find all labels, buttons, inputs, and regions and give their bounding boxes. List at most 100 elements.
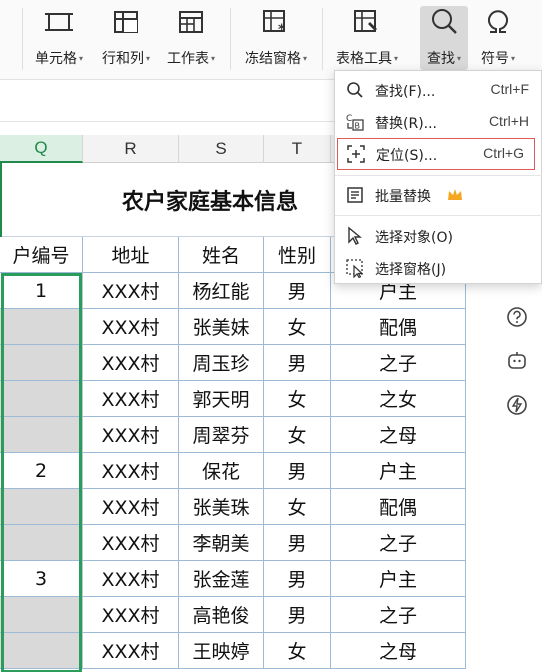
symbol-button[interactable]: 符号 ▾ <box>474 6 522 72</box>
cell-address[interactable]: XXX村 <box>83 309 179 345</box>
cell-name[interactable]: 王映婷 <box>179 633 264 669</box>
cell-household-id[interactable] <box>0 633 83 669</box>
cell-household-id[interactable] <box>0 525 83 561</box>
cell-sex[interactable]: 男 <box>264 273 331 309</box>
crown-icon <box>447 187 463 206</box>
ribbon-toolbar: ▾ 单元格▾ 行和列▾ 工作表▾ * 冻结窗格▾ 表格工具▾ <box>0 0 542 80</box>
help-icon[interactable] <box>505 305 529 329</box>
menu-item-select-objects[interactable]: 选择对象(O) <box>335 220 542 252</box>
cell-relation[interactable]: 之子 <box>331 345 466 381</box>
cell-relation[interactable]: 之子 <box>331 525 466 561</box>
batch-replace-icon <box>345 185 365 205</box>
cell-sex[interactable]: 女 <box>264 633 331 669</box>
cell-sex[interactable]: 女 <box>264 381 331 417</box>
svg-text:B: B <box>355 122 361 131</box>
ribbon-truncated-item[interactable]: ▾ <box>0 6 6 72</box>
cell-sex[interactable]: 男 <box>264 597 331 633</box>
cell-name[interactable]: 周玉珍 <box>179 345 264 381</box>
robot-icon[interactable] <box>505 349 529 373</box>
selection-edge <box>0 163 2 237</box>
cell-household-id[interactable]: 1 <box>0 273 83 309</box>
cell-address[interactable]: XXX村 <box>83 561 179 597</box>
worksheet-label: 工作表 <box>166 51 209 67</box>
cell-household-id[interactable] <box>0 597 83 633</box>
cell-name[interactable]: 张美妹 <box>179 309 264 345</box>
cell-relation[interactable]: 配偶 <box>331 309 466 345</box>
cell-sex[interactable]: 男 <box>264 453 331 489</box>
cell-relation[interactable]: 之女 <box>331 381 466 417</box>
cell-name[interactable]: 李朝美 <box>179 525 264 561</box>
worksheet-icon <box>175 6 207 38</box>
menu-item-find[interactable]: 查找(F)... Ctrl+F <box>335 74 542 106</box>
cell-relation[interactable]: 之母 <box>331 417 466 453</box>
column-header-t[interactable]: T <box>264 135 331 163</box>
menu-item-label: 定位(S)... <box>376 148 438 164</box>
cell-sex[interactable]: 男 <box>264 345 331 381</box>
column-header-s[interactable]: S <box>179 135 264 163</box>
cell-household-id[interactable] <box>0 417 83 453</box>
menu-item-batch-replace[interactable]: 批量替换 <box>335 179 542 211</box>
selection-pane-icon <box>345 258 365 278</box>
freeze-panes-button[interactable]: * 冻结窗格 ▾ <box>240 6 312 72</box>
cell-household-id[interactable] <box>0 381 83 417</box>
cell-household-id[interactable]: 2 <box>0 453 83 489</box>
cell-name[interactable]: 张美珠 <box>179 489 264 525</box>
column-header-q[interactable]: Q <box>0 135 83 163</box>
svg-text:C: C <box>346 114 352 124</box>
search-icon <box>428 6 460 38</box>
lightning-icon[interactable] <box>505 393 529 417</box>
menu-item-label: 选择窗格(J) <box>375 262 447 278</box>
rows-columns-button[interactable]: 行和列 ▾ <box>97 6 155 72</box>
cell-household-id[interactable] <box>0 489 83 525</box>
menu-item-selection-pane[interactable]: 选择窗格(J) <box>335 252 542 284</box>
cell-address[interactable]: XXX村 <box>83 345 179 381</box>
cell-address[interactable]: XXX村 <box>83 453 179 489</box>
cell-address[interactable]: XXX村 <box>83 525 179 561</box>
cell-sex[interactable]: 女 <box>264 309 331 345</box>
cell-relation[interactable]: 户主 <box>331 453 466 489</box>
cell-name[interactable]: 保花 <box>179 453 264 489</box>
cell-name[interactable]: 周翠芬 <box>179 417 264 453</box>
freeze-panes-icon: * <box>260 6 292 38</box>
menu-item-label: 选择对象(O) <box>375 230 453 246</box>
cell-name[interactable]: 杨红能 <box>179 273 264 309</box>
cell-address[interactable]: XXX村 <box>83 597 179 633</box>
cell-relation[interactable]: 之母 <box>331 633 466 669</box>
cell-address[interactable]: XXX村 <box>83 417 179 453</box>
cell-address[interactable]: XXX村 <box>83 489 179 525</box>
header-name[interactable]: 姓名 <box>179 237 264 273</box>
cell-sex[interactable]: 女 <box>264 417 331 453</box>
menu-item-label: 替换(R)... <box>375 116 438 132</box>
header-address[interactable]: 地址 <box>83 237 179 273</box>
cell-button[interactable]: 单元格 ▾ <box>30 6 88 72</box>
find-dropdown-menu: 查找(F)... Ctrl+F CB 替换(R)... Ctrl+H 定位(S)… <box>334 70 542 284</box>
menu-item-goto[interactable]: 定位(S)... Ctrl+G <box>337 138 535 170</box>
cell-name[interactable]: 张金莲 <box>179 561 264 597</box>
cell-icon <box>43 6 75 38</box>
header-household-id[interactable]: 户编号 <box>0 237 83 273</box>
column-header-r[interactable]: R <box>83 135 179 163</box>
find-button[interactable]: 查找 ▾ <box>420 6 468 70</box>
cell-relation[interactable]: 配偶 <box>331 489 466 525</box>
menu-item-replace[interactable]: CB 替换(R)... Ctrl+H <box>335 106 542 138</box>
header-sex[interactable]: 性别 <box>264 237 331 273</box>
cell-relation[interactable]: 户主 <box>331 561 466 597</box>
menu-item-shortcut: Ctrl+H <box>488 113 529 129</box>
cell-name[interactable]: 郭天明 <box>179 381 264 417</box>
search-icon <box>345 80 365 100</box>
cell-household-id[interactable] <box>0 345 83 381</box>
worksheet-button[interactable]: 工作表 ▾ <box>162 6 220 72</box>
table-tools-label: 表格工具 <box>335 51 392 67</box>
cell-sex[interactable]: 男 <box>264 561 331 597</box>
cell-address[interactable]: XXX村 <box>83 633 179 669</box>
cell-household-id[interactable]: 3 <box>0 561 83 597</box>
cell-sex[interactable]: 男 <box>264 525 331 561</box>
cell-household-id[interactable] <box>0 309 83 345</box>
table-tools-button[interactable]: 表格工具 ▾ <box>331 6 403 72</box>
cell-address[interactable]: XXX村 <box>83 381 179 417</box>
symbol-label: 符号 <box>480 51 509 67</box>
cell-sex[interactable]: 女 <box>264 489 331 525</box>
cell-relation[interactable]: 之子 <box>331 597 466 633</box>
cell-address[interactable]: XXX村 <box>83 273 179 309</box>
cell-name[interactable]: 高艳俊 <box>179 597 264 633</box>
